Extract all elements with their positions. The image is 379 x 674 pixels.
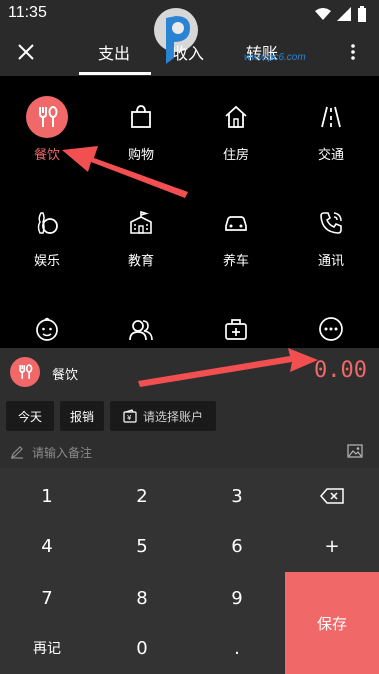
category-education[interactable]: 教育	[94, 182, 188, 288]
backspace-icon	[320, 488, 344, 504]
category-people[interactable]	[94, 288, 188, 348]
more-dots-icon	[310, 308, 352, 348]
phone-icon	[310, 202, 352, 244]
note-input[interactable]: 请输入备注	[32, 444, 92, 461]
shopping-bag-icon	[120, 96, 162, 138]
pencil-icon	[11, 446, 23, 459]
category-medical[interactable]	[189, 288, 283, 348]
category-grid: 餐饮 购物 住房 交通 娱乐 教育 养车 通讯	[0, 76, 379, 348]
key-dot[interactable]: .	[190, 622, 284, 674]
close-button[interactable]	[12, 38, 40, 66]
category-car[interactable]: 养车	[189, 182, 283, 288]
reimburse-chip[interactable]: 报销	[60, 401, 104, 431]
date-chip[interactable]: 今天	[6, 401, 54, 431]
watermark: www.pc6.com	[152, 6, 352, 76]
category-transport[interactable]: 交通	[284, 76, 378, 182]
house-icon	[215, 96, 257, 138]
keypad: 1 2 3 4 5 6 + 7 8 9 再记 0 . 保存	[0, 468, 379, 674]
fork-spoon-icon	[10, 357, 40, 387]
people-icon	[120, 308, 162, 348]
category-telecom[interactable]: 通讯	[284, 182, 378, 288]
key-7[interactable]: 7	[0, 572, 94, 624]
key-4[interactable]: 4	[0, 520, 94, 572]
bowling-icon	[26, 202, 68, 244]
key-5[interactable]: 5	[95, 520, 189, 572]
svg-text:¥: ¥	[127, 414, 132, 422]
category-label: 娱乐	[33, 254, 60, 269]
key-8[interactable]: 8	[95, 572, 189, 624]
medical-kit-icon	[215, 308, 257, 348]
key-2[interactable]: 2	[95, 470, 189, 522]
backspace-key[interactable]	[285, 470, 379, 522]
car-icon	[215, 202, 257, 244]
road-icon	[310, 96, 352, 138]
tab-underline	[79, 72, 151, 75]
category-label: 交通	[317, 148, 344, 163]
watermark-logo	[154, 8, 198, 64]
amount-value: 0.00	[314, 358, 367, 383]
save-button[interactable]: 保存	[285, 572, 379, 674]
close-icon	[18, 44, 34, 60]
category-baby[interactable]	[0, 288, 94, 348]
key-plus[interactable]: +	[285, 520, 379, 572]
category-entertainment[interactable]: 娱乐	[0, 182, 94, 288]
battery-icon	[358, 6, 366, 22]
key-3[interactable]: 3	[190, 470, 284, 522]
key-0[interactable]: 0	[95, 622, 189, 674]
image-icon[interactable]	[347, 443, 363, 459]
account-chip-label: 请选择账户	[142, 409, 203, 424]
category-label: 通讯	[317, 254, 344, 269]
key-1[interactable]: 1	[0, 470, 94, 522]
tab-expense[interactable]: 支出	[98, 40, 130, 64]
account-chip[interactable]: ¥ 请选择账户	[110, 401, 216, 431]
status-time: 11:35	[8, 4, 47, 21]
category-label: 住房	[222, 148, 249, 163]
category-dining[interactable]: 餐饮	[0, 76, 94, 182]
baby-icon	[26, 308, 68, 348]
key-record-again[interactable]: 再记	[0, 622, 94, 674]
school-icon	[120, 202, 162, 244]
fork-spoon-icon	[26, 96, 68, 138]
category-shopping[interactable]: 购物	[94, 76, 188, 182]
wallet-icon: ¥	[123, 409, 137, 423]
note-row[interactable]: 请输入备注	[0, 436, 379, 468]
options-row: 今天 报销 ¥ 请选择账户	[0, 396, 379, 436]
category-label: 购物	[127, 148, 154, 163]
selected-category-label: 餐饮	[52, 368, 79, 383]
category-label: 餐饮	[33, 148, 60, 163]
watermark-text: www.pc6.com	[244, 52, 306, 63]
category-housing[interactable]: 住房	[189, 76, 283, 182]
key-9[interactable]: 9	[190, 572, 284, 624]
key-6[interactable]: 6	[190, 520, 284, 572]
amount-row: 餐饮 0.00	[0, 348, 379, 396]
category-label: 养车	[222, 254, 249, 269]
category-label: 教育	[127, 254, 154, 269]
category-more[interactable]	[284, 288, 378, 348]
